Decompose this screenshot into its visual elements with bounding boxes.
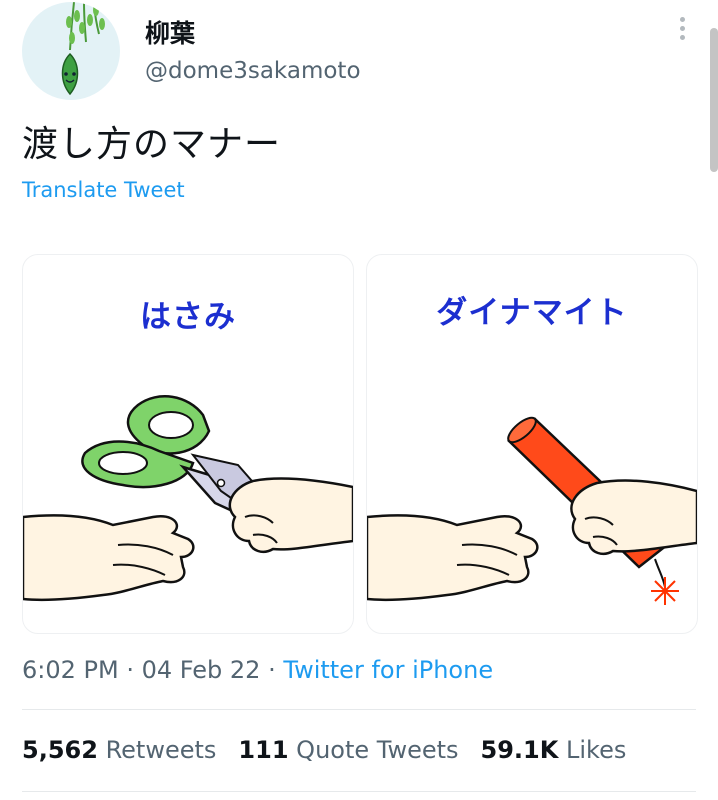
scrollbar[interactable] — [710, 28, 718, 172]
divider — [22, 791, 696, 792]
avatar[interactable] — [22, 2, 120, 100]
tweet-image-scissors[interactable]: はさみ — [22, 254, 354, 634]
retweets-stat[interactable]: 5,562 Retweets — [22, 736, 216, 764]
tweet-image-dynamite[interactable]: ダイナマイト — [366, 254, 698, 634]
willow-leaf-avatar-icon — [61, 2, 105, 96]
divider — [22, 709, 696, 710]
scissors-handover-illustration-icon — [23, 395, 353, 602]
quote-tweets-count: 111 — [238, 736, 289, 764]
tweet-date[interactable]: 04 Feb 22 — [142, 656, 261, 684]
dynamite-handover-illustration-icon — [367, 416, 697, 605]
more-options-icon[interactable] — [672, 14, 692, 50]
meta-separator: · — [126, 656, 134, 684]
meta-separator: · — [268, 656, 276, 684]
tweet-time[interactable]: 6:02 PM — [22, 656, 119, 684]
author-display-name[interactable]: 柳葉 — [145, 14, 195, 50]
tweet-meta: 6:02 PM · 04 Feb 22 · Twitter for iPhone — [22, 656, 493, 684]
retweets-count: 5,562 — [22, 736, 98, 764]
tweet-source-link[interactable]: Twitter for iPhone — [283, 656, 493, 684]
tweet-stats: 5,562 Retweets 111 Quote Tweets 59.1K Like… — [22, 736, 626, 764]
likes-count: 59.1K — [480, 736, 559, 764]
translate-tweet-link[interactable]: Translate Tweet — [22, 178, 185, 202]
quote-tweets-stat[interactable]: 111 Quote Tweets — [238, 736, 458, 764]
retweets-label: Retweets — [105, 736, 217, 764]
likes-label: Likes — [565, 736, 627, 764]
likes-stat[interactable]: 59.1K Likes — [481, 736, 627, 764]
tweet-text: 渡し方のマナー — [22, 124, 282, 165]
author-handle[interactable]: @dome3sakamoto — [145, 58, 361, 84]
quote-tweets-label: Quote Tweets — [296, 736, 459, 764]
